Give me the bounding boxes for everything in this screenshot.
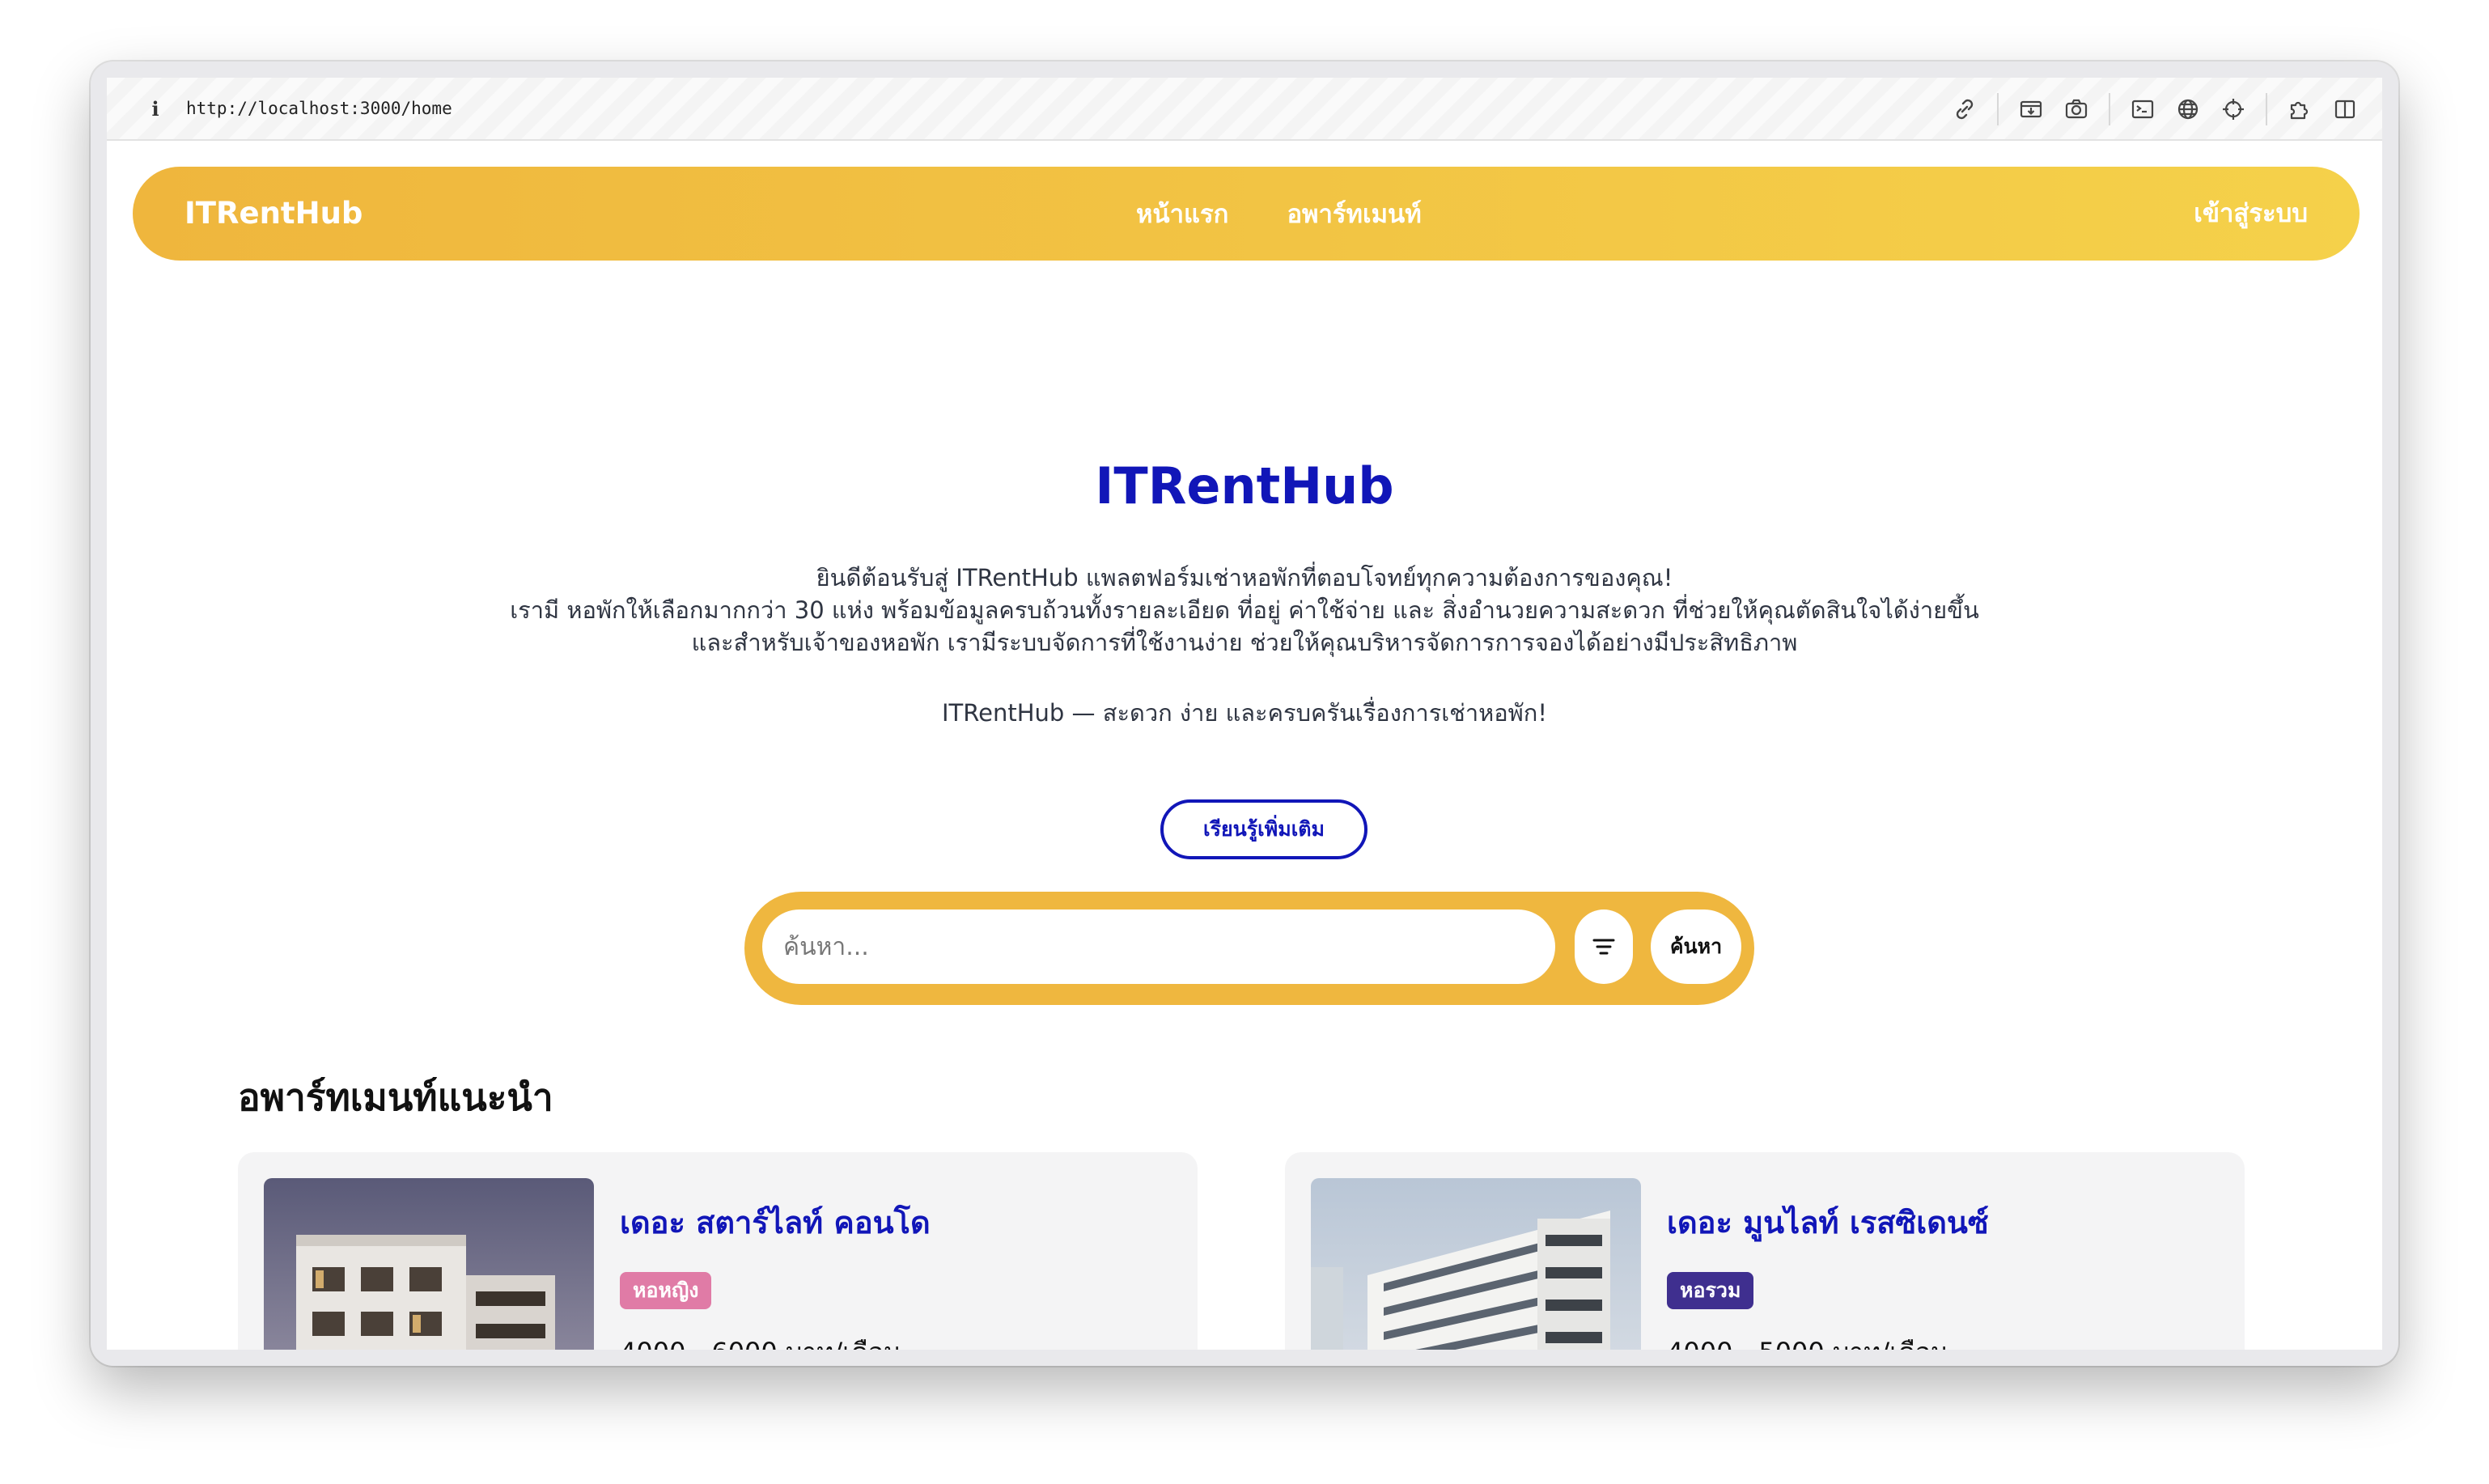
hero-description-line: และสำหรับเจ้าของหอพัก เรามีระบบจัดการที่…: [691, 629, 1798, 656]
search-input[interactable]: [762, 909, 1555, 984]
hero-description: ยินดีต้อนรับสู่ ITRentHub แพลตฟอร์มเช่าห…: [107, 562, 2382, 659]
dorm-type-badge: หอรวม: [1667, 1272, 1754, 1309]
globe-icon[interactable]: [2175, 96, 2201, 122]
filter-button[interactable]: [1575, 909, 1633, 984]
login-link[interactable]: เข้าสู่ระบบ: [2194, 167, 2308, 261]
hero-description-line: ยินดีต้อนรับสู่ ITRentHub แพลตฟอร์มเช่าห…: [816, 564, 1673, 591]
toolbar-icons: [1932, 78, 2358, 141]
nav-home[interactable]: หน้าแรก: [1136, 193, 1228, 234]
page-viewport: ITRentHub หน้าแรก อพาร์ทเมนท์ เข้าสู่ระบ…: [107, 141, 2382, 1350]
apartment-card[interactable]: เดอะ สตาร์ไลท์ คอนโด หอหญิง 4000 - 6000 …: [238, 1152, 1198, 1350]
toolbar-divider: [1997, 93, 1999, 125]
camera-icon[interactable]: [2063, 96, 2089, 122]
apartment-price: 4000 - 5000 บาท/เดือน: [1667, 1332, 1948, 1350]
apartment-card[interactable]: เดอะ มูนไลท์ เรสซิเดนซ์ หอรวม 4000 - 500…: [1285, 1152, 2245, 1350]
toolbar-divider: [2266, 93, 2267, 125]
browser-toolbar: i http://localhost:3000/home: [107, 78, 2382, 141]
nav-links: หน้าแรก อพาร์ทเมนท์: [1136, 167, 1480, 261]
brand-logo[interactable]: ITRentHub: [184, 167, 363, 261]
nav-apartments[interactable]: อพาร์ทเมนท์: [1287, 193, 1421, 234]
link-icon[interactable]: [1952, 96, 1978, 122]
sidebar-icon[interactable]: [2332, 96, 2358, 122]
apartment-photo: [1311, 1178, 1641, 1350]
hero-tagline: ITRentHub — สะดวก ง่าย และครบครันเรื่องก…: [942, 699, 1547, 727]
hero-title: ITRentHub: [1095, 456, 1394, 515]
terminal-icon[interactable]: [2130, 96, 2156, 122]
filter-icon: [1592, 939, 1615, 955]
recommended-section-title: อพาร์ทเมนท์แนะนำ: [238, 1075, 553, 1119]
search-button[interactable]: ค้นหา: [1651, 909, 1741, 984]
dorm-type-badge: หอหญิง: [620, 1272, 712, 1309]
info-icon[interactable]: i: [146, 97, 165, 121]
apartment-price: 4000 - 6000 บาท/เดือน: [620, 1332, 901, 1350]
hero-description-line: เรามี หอพักให้เลือกมากกว่า 30 แห่ง พร้อม…: [510, 596, 1979, 624]
apartment-name[interactable]: เดอะ สตาร์ไลท์ คอนโด: [620, 1198, 931, 1247]
crosshair-icon[interactable]: [2220, 96, 2246, 122]
apartment-name[interactable]: เดอะ มูนไลท์ เรสซิเดนซ์: [1667, 1198, 1989, 1247]
search-bar: ค้นหา: [744, 892, 1754, 1005]
save-page-icon[interactable]: [2018, 96, 2044, 122]
browser-window: i http://localhost:3000/home ITRentHub ห…: [91, 61, 2398, 1366]
learn-more-button[interactable]: เรียนรู้เพิ่มเติม: [1160, 799, 1367, 859]
toolbar-divider: [2109, 93, 2110, 125]
extensions-icon[interactable]: [2287, 96, 2313, 122]
apartment-photo: [264, 1178, 594, 1350]
top-navbar: ITRentHub หน้าแรก อพาร์ทเมนท์ เข้าสู่ระบ…: [133, 167, 2360, 261]
address-bar[interactable]: http://localhost:3000/home: [186, 99, 452, 118]
